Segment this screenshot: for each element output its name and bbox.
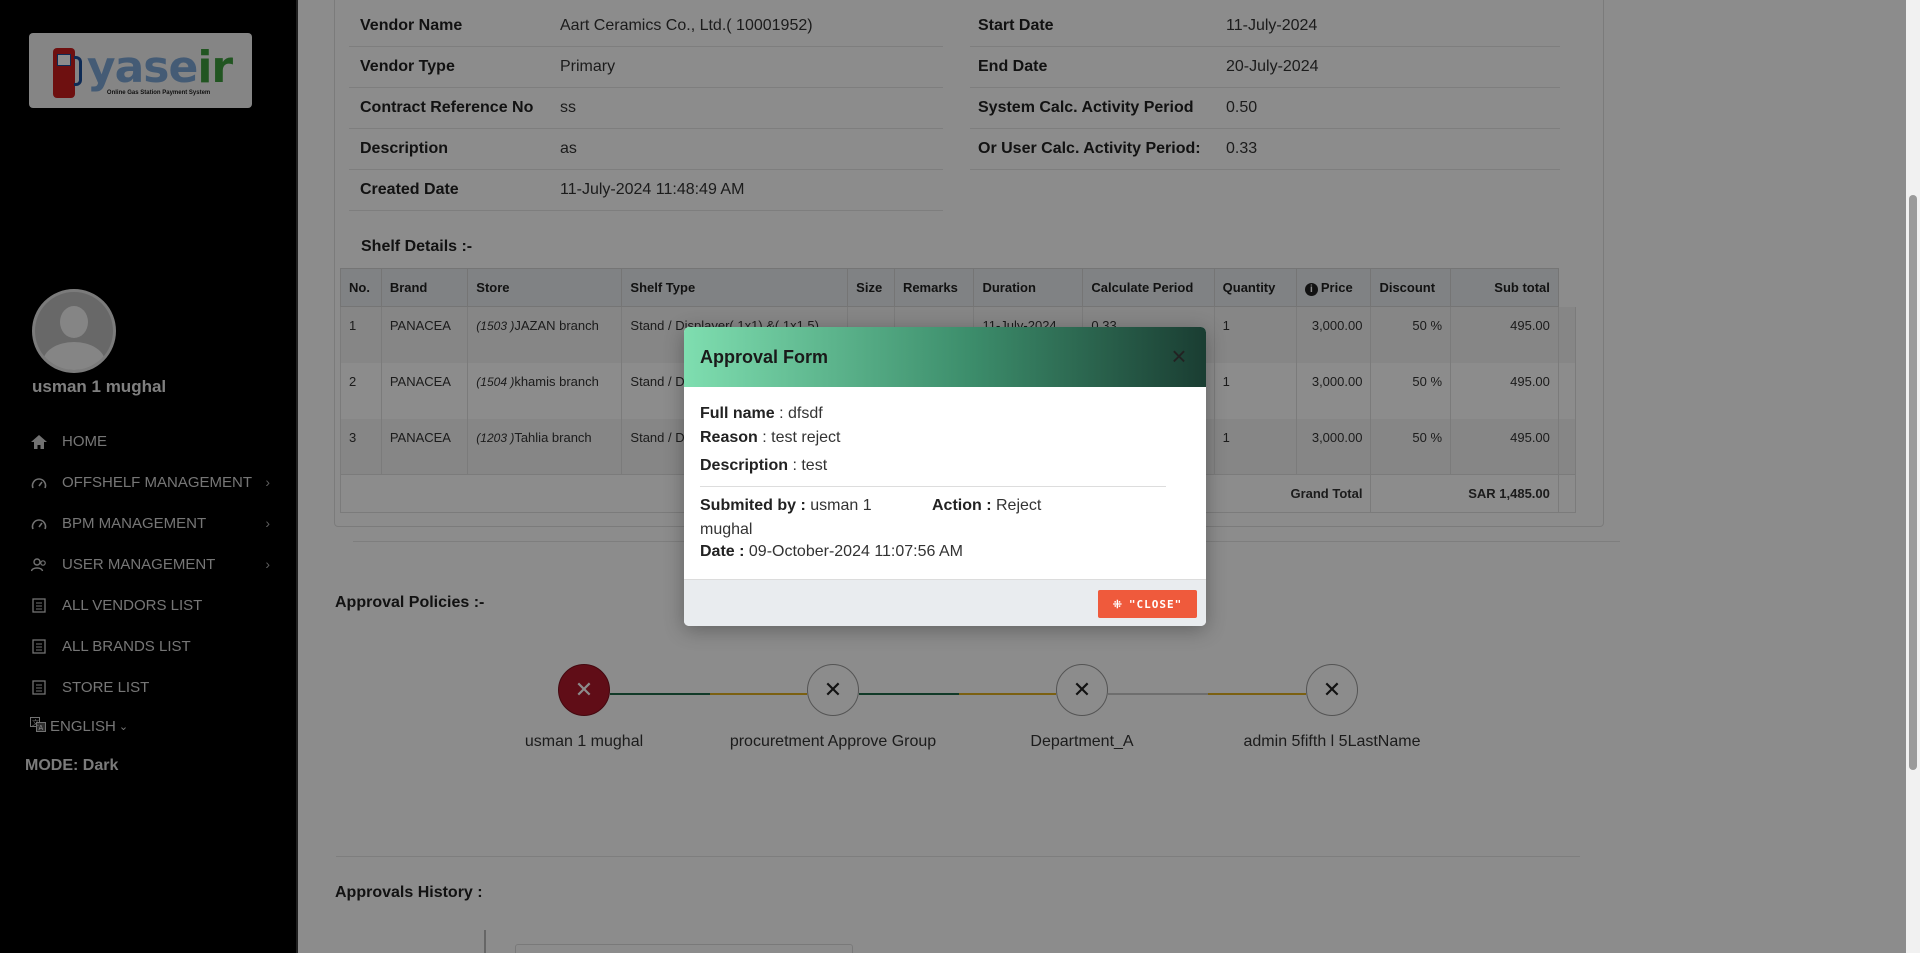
modal-body: Full name : dfsdf Reason : test reject D… xyxy=(684,387,1206,581)
page-scrollbar[interactable] xyxy=(1906,0,1920,953)
reason-value: test reject xyxy=(771,429,841,446)
action-value: Reject xyxy=(996,497,1042,514)
close-button[interactable]: ⁜ "CLOSE" xyxy=(1098,590,1197,618)
modal-header: Approval Form × xyxy=(684,327,1206,387)
action-label: Action : xyxy=(932,497,992,514)
modal-footer: ⁜ "CLOSE" xyxy=(684,579,1206,626)
date-line: Date : 09-October-2024 11:07:56 AM xyxy=(700,543,963,561)
modal-divider xyxy=(700,486,1166,487)
approval-form-modal: Approval Form × Full name : dfsdf Reason… xyxy=(684,327,1206,626)
date-label: Date : xyxy=(700,543,745,560)
submitted-by-line: Submited by : usman 1 mughal xyxy=(700,494,900,542)
full-name-value: dfsdf xyxy=(788,405,823,422)
submitted-by-label: Submited by : xyxy=(700,497,806,514)
move-icon: ⁜ xyxy=(1112,597,1123,611)
full-name-label: Full name xyxy=(700,405,775,422)
action-line: Action : Reject xyxy=(932,494,1041,518)
modal-title: Approval Form xyxy=(700,346,829,367)
description-line: Description : test xyxy=(700,457,828,474)
reason-line: Reason : test reject xyxy=(700,429,841,446)
full-name-line: Full name : dfsdf xyxy=(700,405,823,422)
close-icon[interactable]: × xyxy=(1166,343,1192,369)
date-value: 09-October-2024 11:07:56 AM xyxy=(748,543,963,560)
reason-label: Reason xyxy=(700,429,758,446)
description-label: Description xyxy=(700,457,789,474)
scrollbar-thumb[interactable] xyxy=(1909,195,1917,770)
description-value: test xyxy=(801,457,828,474)
close-button-label: "CLOSE" xyxy=(1128,597,1183,611)
